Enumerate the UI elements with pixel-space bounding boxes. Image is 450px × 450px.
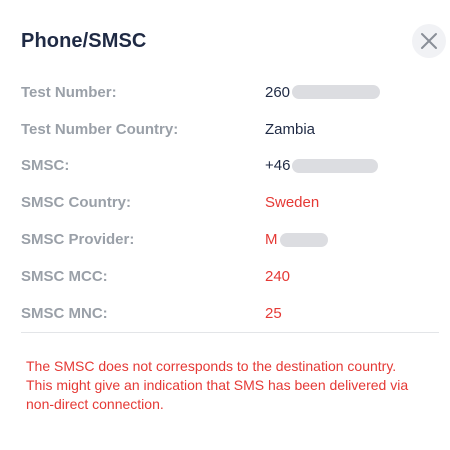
field-value-text: 240: [265, 267, 291, 285]
field-value-text: 25: [265, 304, 282, 322]
field-value-smsc-country: Sweden: [265, 194, 319, 211]
field-label: SMSC MNC:: [21, 304, 108, 322]
field-row-test-number: Test Number: 260: [21, 74, 439, 111]
field-value-smsc: +46: [265, 157, 379, 175]
field-label: SMSC MCC:: [21, 267, 108, 285]
field-value-smsc-mcc: 240: [265, 268, 290, 285]
close-icon: [420, 32, 438, 50]
field-row-smsc-country: SMSC Country: Sweden: [21, 184, 439, 221]
close-button[interactable]: [412, 24, 446, 58]
field-value-text: +46: [265, 157, 291, 175]
field-row-test-number-country: Test Number Country: Zambia: [21, 111, 439, 148]
field-value-text: Sweden: [265, 194, 320, 212]
redaction-mask: [292, 85, 381, 100]
details-list: Test Number: 260 Test Number Country: Za…: [21, 74, 439, 332]
field-row-smsc-mnc: SMSC MNC: 25: [21, 295, 439, 332]
field-row-smsc: SMSC: +46: [21, 148, 439, 185]
field-label: SMSC Country:: [21, 194, 131, 212]
field-label: Test Number:: [21, 83, 117, 101]
dialog-title: Phone/SMSC: [21, 30, 147, 52]
field-value-test-number-country: Zambia: [265, 121, 315, 138]
field-row-smsc-mcc: SMSC MCC: 240: [21, 258, 439, 295]
field-value-test-number: 260: [265, 83, 381, 101]
field-value-smsc-provider: M: [265, 231, 328, 248]
field-value-text: Zambia: [265, 120, 316, 138]
divider: [21, 332, 439, 333]
redaction-mask: [279, 232, 328, 247]
field-label: SMSC Provider:: [21, 231, 135, 249]
phone-smsc-dialog: Phone/SMSC Test Number: 260 Test Number …: [0, 0, 450, 450]
field-value-smsc-mnc: 25: [265, 305, 282, 322]
redaction-mask: [292, 158, 379, 173]
field-label: SMSC:: [21, 157, 70, 175]
mismatch-warning: The SMSC does not corresponds to the des…: [26, 358, 409, 412]
field-label: Test Number Country:: [21, 120, 179, 138]
field-row-smsc-provider: SMSC Provider: M: [21, 221, 439, 258]
field-value-text: M: [265, 231, 278, 249]
field-value-text: 260: [265, 83, 291, 101]
